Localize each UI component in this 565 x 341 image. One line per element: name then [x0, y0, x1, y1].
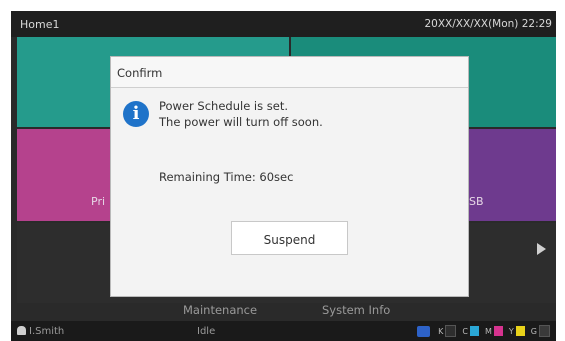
screen-title: Home1: [20, 18, 60, 31]
tile-usb-label: SB: [469, 195, 484, 208]
toner-k-bar: [445, 325, 457, 337]
dialog-message-line1: Power Schedule is set.: [159, 99, 288, 113]
date-time: 20XX/XX/XX(Mon) 22:29: [424, 18, 552, 30]
dialog-title: Confirm: [117, 66, 163, 80]
nav-system-info[interactable]: System Info: [322, 303, 390, 317]
toner-g-bar: [539, 325, 550, 337]
toner-m: M: [485, 326, 503, 336]
top-bar: Home1 20XX/XX/XX(Mon) 22:29: [11, 11, 556, 37]
toner-levels: K C M Y G: [417, 325, 550, 337]
confirm-dialog: Confirm i Power Schedule is set. The pow…: [110, 56, 469, 297]
toner-k: K: [438, 325, 457, 337]
nav-maintenance[interactable]: Maintenance: [183, 303, 257, 317]
device-state: Idle: [197, 326, 216, 337]
toner-c-bar: [470, 326, 479, 336]
toner-c: C: [462, 326, 479, 336]
remaining-time: Remaining Time: 60sec: [159, 170, 294, 184]
info-icon: i: [123, 101, 149, 127]
dialog-message-line2: The power will turn off soon.: [159, 115, 323, 129]
suspend-button[interactable]: Suspend: [231, 221, 348, 255]
dialog-titlebar: Confirm: [111, 57, 468, 88]
toner-g: G: [531, 325, 550, 337]
user-indicator[interactable]: I.Smith: [17, 326, 64, 337]
status-bar: I.Smith Idle K C M Y G: [11, 321, 556, 341]
user-icon: [17, 326, 26, 335]
toner-m-bar: [493, 326, 503, 336]
tile-print-label: Pri: [91, 195, 106, 208]
toner-y: Y: [509, 326, 525, 336]
next-page-arrow-icon[interactable]: [537, 243, 546, 255]
network-icon: [417, 325, 431, 337]
user-name: I.Smith: [29, 326, 65, 337]
toner-y-bar: [515, 326, 525, 336]
bottom-nav: Maintenance System Info: [17, 303, 556, 321]
